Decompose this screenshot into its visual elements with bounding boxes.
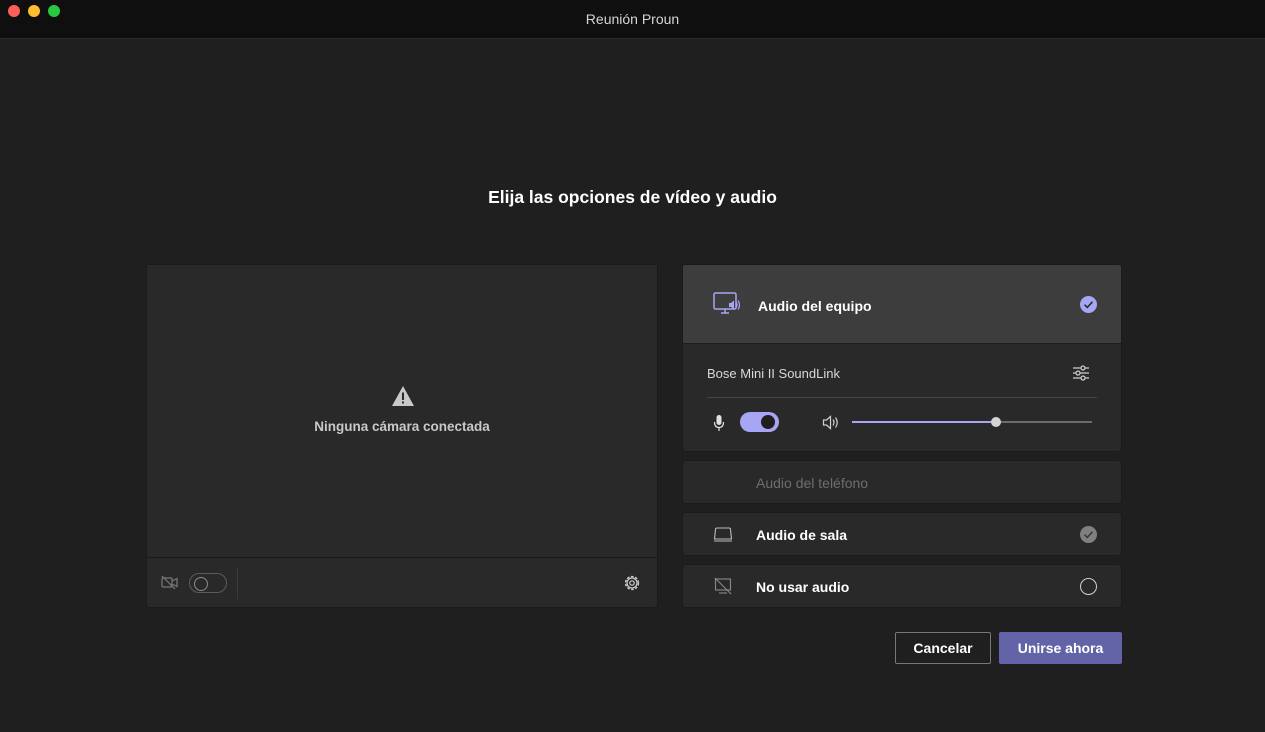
- room-audio-label: Audio de sala: [756, 527, 848, 543]
- video-preview-panel: Ninguna cámara conectada: [146, 264, 658, 608]
- microphone-toggle[interactable]: [740, 412, 779, 432]
- cancel-button[interactable]: Cancelar: [895, 632, 991, 664]
- warning-icon: [392, 386, 414, 406]
- volume-slider-thumb[interactable]: [991, 417, 1001, 427]
- computer-audio-label: Audio del equipo: [758, 298, 872, 314]
- controls-divider: [237, 567, 238, 599]
- app-window: Reunión Proun Elija las opciones de víde…: [0, 0, 1265, 732]
- video-controls-bar: [147, 559, 657, 607]
- window-title: Reunión Proun: [585, 11, 680, 27]
- speaker-device-name: Bose Mini II SoundLink: [707, 366, 840, 381]
- no-audio-icon: [714, 577, 732, 595]
- no-audio-label: No usar audio: [756, 579, 850, 595]
- radio-button[interactable]: [1080, 578, 1097, 595]
- video-preview-area: Ninguna cámara conectada: [147, 265, 657, 558]
- volume-slider-fill: [852, 421, 996, 423]
- phone-audio-option: Audio del teléfono: [682, 460, 1122, 504]
- check-circle-icon: [1080, 526, 1097, 543]
- no-camera-message: Ninguna cámara conectada: [314, 419, 490, 434]
- microphone-icon: [713, 415, 725, 431]
- no-audio-option[interactable]: No usar audio: [682, 564, 1122, 608]
- room-audio-option[interactable]: Audio de sala: [682, 512, 1122, 556]
- phone-audio-label: Audio del teléfono: [756, 475, 869, 491]
- monitor-speaker-icon: [713, 292, 741, 314]
- camera-off-icon: [161, 575, 178, 590]
- check-circle-icon: [1080, 296, 1097, 313]
- computer-audio-header[interactable]: Audio del equipo: [683, 265, 1121, 344]
- computer-audio-option[interactable]: Audio del equipo Bose Mini II SoundLink: [682, 264, 1122, 452]
- volume-slider[interactable]: [852, 417, 1092, 427]
- title-bar: Reunión Proun: [0, 0, 1265, 39]
- join-now-button[interactable]: Unirse ahora: [999, 632, 1122, 664]
- gear-icon[interactable]: [622, 573, 642, 593]
- page-heading: Elija las opciones de vídeo y audio: [488, 187, 777, 207]
- volume-icon: [822, 415, 838, 430]
- sliders-icon[interactable]: [1071, 364, 1091, 382]
- room-device-icon: [713, 527, 733, 542]
- camera-toggle[interactable]: [189, 573, 227, 593]
- device-divider: [707, 397, 1097, 398]
